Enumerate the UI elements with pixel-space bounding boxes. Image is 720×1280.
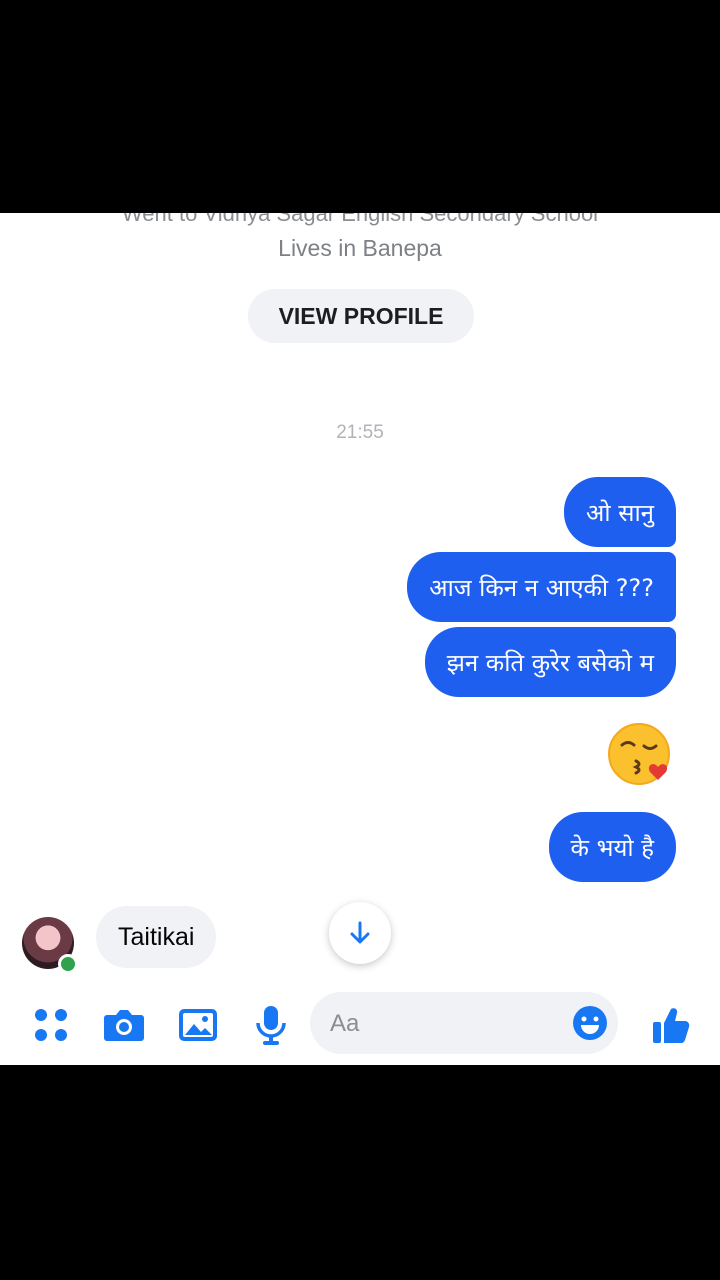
received-message[interactable]: Taitikai <box>96 906 217 968</box>
view-profile-button[interactable]: VIEW PROFILE <box>248 289 474 343</box>
camera-icon[interactable] <box>103 1004 145 1046</box>
profile-location: Lives in Banepa <box>278 235 442 261</box>
profile-school: Went to Vidhya Sagar English Secondary S… <box>121 213 599 226</box>
composer-toolbar: Aa <box>0 988 720 1058</box>
message-timestamp: 21:55 <box>336 422 384 443</box>
sent-message[interactable]: के भयो है <box>548 812 676 882</box>
online-status-dot <box>58 954 78 974</box>
menu-dots-icon[interactable] <box>30 1004 72 1046</box>
arrow-down-icon <box>350 921 370 944</box>
sent-message[interactable]: ओ सानु <box>564 477 676 547</box>
sent-message[interactable]: झन कति कुरेर बसेको म <box>424 627 676 697</box>
like-icon[interactable] <box>650 1004 692 1046</box>
smile-icon[interactable] <box>572 1005 608 1041</box>
kiss-emoji-icon[interactable] <box>608 721 674 787</box>
sent-message[interactable]: आज किन न आएकी ??? <box>407 552 676 622</box>
microphone-icon[interactable] <box>250 1004 292 1046</box>
scroll-to-bottom-button[interactable] <box>329 902 391 964</box>
message-input-placeholder: Aa <box>330 1010 360 1037</box>
message-input[interactable]: Aa <box>310 992 618 1054</box>
chat-screen: Went to Vidhya Sagar English Secondary S… <box>0 213 720 1065</box>
gallery-icon[interactable] <box>177 1004 219 1046</box>
